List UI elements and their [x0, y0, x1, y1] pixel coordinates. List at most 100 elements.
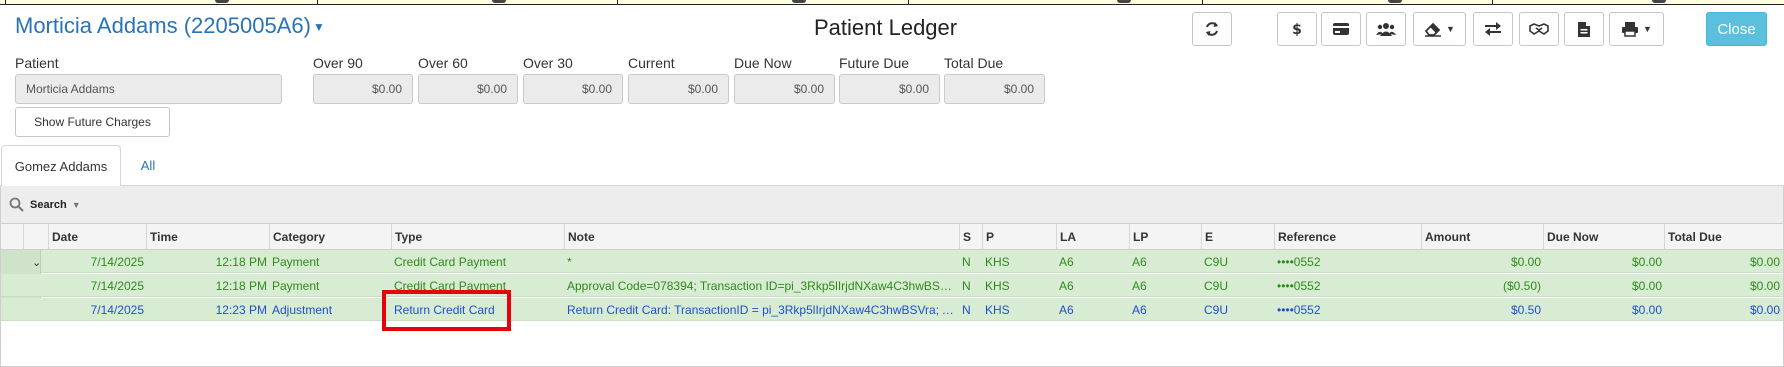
dollar-icon: $ [1292, 22, 1302, 37]
cell-due-now: $0.00 [1631, 278, 1662, 293]
caret-down-icon: ▼ [312, 20, 325, 35]
eraser-icon [1424, 22, 1442, 37]
header-total-due[interactable]: Total Due [1664, 224, 1783, 250]
cell-reference: ••••0552 [1277, 278, 1321, 293]
transfer-button[interactable] [1473, 12, 1513, 46]
cell-note-text: Return Credit Card: TransactionID = pi_3… [567, 302, 957, 317]
patient-label: Patient [15, 55, 59, 71]
cell-time: 12:23 PM [215, 302, 267, 317]
cell-amount: ($0.50) [1502, 278, 1541, 293]
cell-time: 12:18 PM [215, 254, 267, 269]
total-due-label: Total Due [944, 55, 1004, 71]
tab-gomez-addams[interactable]: Gomez Addams [1, 145, 121, 187]
cell-time: 12:18 PM [215, 278, 267, 293]
grid-header: Date Time Category Type Note S P LA LP E… [1, 224, 1783, 250]
cell-category: Adjustment [272, 302, 333, 317]
eraser-dropdown-button[interactable]: ▼ [1413, 12, 1466, 46]
caret-down-icon: ▼ [71, 199, 81, 210]
header-lp[interactable]: LP [1129, 224, 1202, 250]
cell-lp: A6 [1132, 302, 1147, 317]
header-due-now[interactable]: Due Now [1543, 224, 1665, 250]
cell-s: N [962, 254, 971, 269]
cell-note-text: * [567, 254, 572, 269]
credit-card-icon [1333, 23, 1349, 35]
over-60-field: $0.00 [418, 74, 518, 104]
header-note[interactable]: Note [564, 224, 960, 250]
family-button[interactable] [1366, 12, 1406, 46]
caret-down-icon: ▼ [1446, 24, 1455, 34]
cell-total-due: $0.00 [1749, 302, 1780, 317]
users-icon [1376, 23, 1396, 36]
header-type[interactable]: Type [391, 224, 565, 250]
chevron-down-icon[interactable]: ⌄ [32, 256, 40, 269]
cell-date: 7/14/2025 [90, 254, 144, 269]
cell-la: A6 [1059, 254, 1074, 269]
svg-text:$: $ [1292, 22, 1302, 37]
header-s[interactable]: S [959, 224, 979, 250]
over-30-field: $0.00 [523, 74, 623, 104]
header-amount[interactable]: Amount [1421, 224, 1544, 250]
header-e[interactable]: E [1201, 224, 1275, 250]
search-icon [9, 197, 24, 212]
print-dropdown-button[interactable]: ▼ [1609, 12, 1664, 46]
table-row[interactable]: ⌄ 7/14/2025 12:18 PM Payment Credit Card… [1, 250, 1783, 321]
header-date[interactable]: Date [48, 224, 147, 250]
header-select [23, 224, 49, 250]
due-now-field: $0.00 [734, 74, 835, 104]
cell-total-due: $0.00 [1749, 278, 1780, 293]
cell-e: C9U [1204, 302, 1229, 317]
refresh-icon [1206, 22, 1218, 36]
cell-note-text: Approval Code=078394; Transaction ID=pi_… [567, 278, 957, 293]
table-row[interactable]: 7/14/2025 12:18 PM Payment Credit Card P… [1, 274, 1783, 297]
cell-amount: $0.00 [1510, 254, 1541, 269]
top-strip [0, 0, 1784, 5]
cell-category: Payment [272, 254, 320, 269]
cell-date: 7/14/2025 [90, 278, 144, 293]
cell-la: A6 [1059, 278, 1074, 293]
future-due-label: Future Due [839, 55, 910, 71]
cell-amount: $0.50 [1510, 302, 1541, 317]
page-title: Patient Ledger [814, 15, 958, 40]
tab-bar: Gomez Addams All [0, 145, 1784, 187]
credit-card-button[interactable] [1321, 12, 1361, 46]
cell-due-now: $0.00 [1631, 302, 1662, 317]
cell-la: A6 [1059, 302, 1074, 317]
handshake-icon [1529, 23, 1549, 35]
caret-down-icon: ▼ [1643, 24, 1652, 34]
cell-reference: ••••0552 [1277, 302, 1321, 317]
cell-note: Approval Code=078394; Transaction ID=pi_… [564, 274, 960, 297]
tab-all[interactable]: All [130, 145, 166, 186]
header-reference[interactable]: Reference [1274, 224, 1422, 250]
table-row[interactable]: 7/14/2025 12:23 PM Adjustment Return Cre… [1, 298, 1783, 321]
future-due-field: $0.00 [839, 74, 940, 104]
cell-type: Credit Card Payment [394, 254, 507, 269]
show-future-charges-button[interactable]: Show Future Charges [15, 107, 170, 137]
patient-name-dropdown[interactable]: Morticia Addams (2205005A6) ▼ [15, 13, 325, 39]
statement-button[interactable] [1564, 12, 1604, 46]
patient-name-label: Morticia Addams (2205005A6) [15, 13, 311, 38]
agreement-button[interactable] [1519, 12, 1559, 46]
print-icon [1622, 22, 1639, 37]
cell-e: C9U [1204, 278, 1229, 293]
header-category[interactable]: Category [269, 224, 392, 250]
over-90-field: $0.00 [313, 74, 413, 104]
cell-note: * [564, 250, 960, 273]
over-30-label: Over 30 [523, 55, 573, 71]
cell-note: Return Credit Card: TransactionID = pi_3… [564, 298, 960, 321]
over-60-label: Over 60 [418, 55, 468, 71]
header-p[interactable]: P [982, 224, 1057, 250]
current-label: Current [628, 55, 675, 71]
refresh-button[interactable] [1192, 12, 1232, 46]
payment-button[interactable]: $ [1277, 12, 1317, 46]
cell-p: KHS [985, 302, 1010, 317]
search-bar[interactable]: Search ▼ [1, 186, 1783, 224]
cell-reference: ••••0552 [1277, 254, 1321, 269]
search-label: Search [30, 198, 67, 211]
ledger-grid: Search ▼ Date Time Category Type Note S … [0, 186, 1784, 367]
highlight-box [382, 290, 511, 331]
cell-due-now: $0.00 [1631, 254, 1662, 269]
total-due-field: $0.00 [944, 74, 1045, 104]
close-button[interactable]: Close [1706, 12, 1767, 46]
header-time[interactable]: Time [146, 224, 270, 250]
header-la[interactable]: LA [1056, 224, 1130, 250]
